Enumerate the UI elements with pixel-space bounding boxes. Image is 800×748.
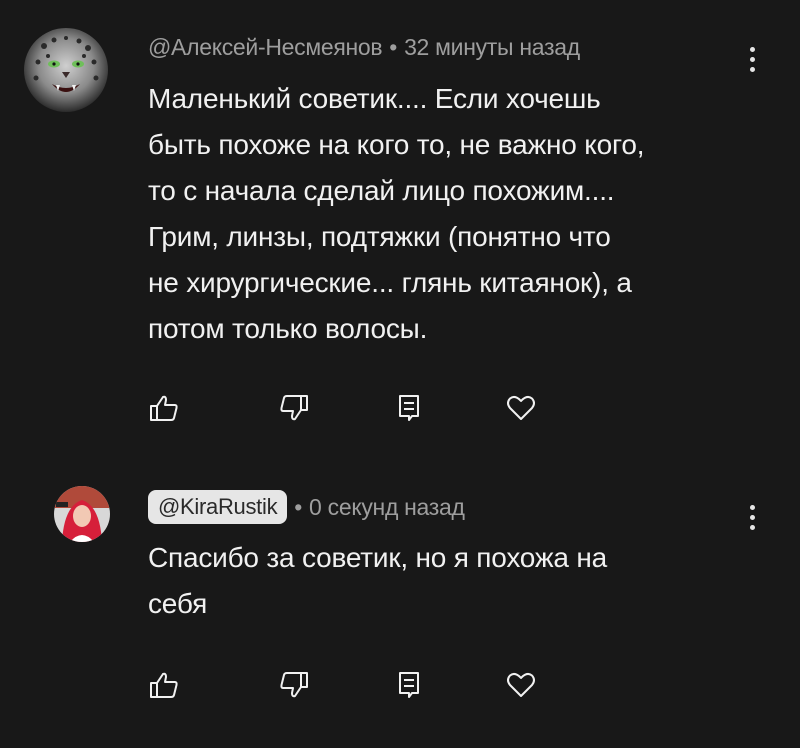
reply-icon	[399, 672, 419, 698]
reply-button[interactable]	[389, 665, 429, 705]
heart-button[interactable]	[501, 665, 541, 705]
more-options-button[interactable]	[740, 500, 764, 534]
separator-dot: •	[294, 493, 303, 520]
heart-icon	[507, 395, 535, 420]
reply-icon	[399, 395, 419, 421]
like-button[interactable]	[144, 665, 184, 705]
reply-button[interactable]	[389, 388, 429, 428]
comments-page: @Алексей-Несмеянов • 32 минуты назад Мал…	[0, 0, 800, 748]
comment: @KiraRustik • 0 секунд назад Спасибо за …	[0, 440, 800, 748]
more-dot	[749, 46, 755, 52]
like-button[interactable]	[144, 388, 184, 428]
snow-leopard-avatar-icon	[24, 28, 108, 112]
comment-actions	[144, 665, 564, 705]
more-options-button[interactable]	[740, 42, 764, 76]
dislike-icon	[280, 395, 308, 421]
avatar[interactable]	[54, 486, 110, 542]
comment-actions	[144, 388, 564, 428]
timestamp: 32 минуты назад	[404, 34, 580, 60]
more-dot	[749, 504, 755, 510]
more-dot	[749, 524, 755, 530]
timestamp: 0 секунд назад	[309, 493, 465, 520]
heart-button[interactable]	[501, 388, 541, 428]
author-name[interactable]: @Алексей-Несмеянов	[148, 34, 383, 61]
dislike-icon	[280, 672, 308, 698]
dislike-button[interactable]	[274, 665, 314, 705]
more-dot	[749, 56, 755, 62]
comment-meta: @Алексей-Несмеянов • 32 минуты назад	[148, 34, 580, 61]
comment-text: Маленький советик.... Если хочешь быть п…	[148, 83, 645, 344]
more-dot	[749, 66, 755, 72]
heart-icon	[507, 672, 535, 697]
comment-meta: @KiraRustik • 0 секунд назад	[148, 490, 465, 524]
avatar[interactable]	[24, 28, 108, 112]
separator-dot: •	[389, 34, 398, 60]
like-icon	[150, 395, 178, 421]
author-name[interactable]: @KiraRustik	[148, 490, 288, 524]
more-dot	[749, 514, 755, 520]
comment-text: Спасибо за советик, но я похожа на себя	[148, 542, 607, 619]
comment: @Алексей-Несмеянов • 32 минуты назад Мал…	[0, 0, 800, 440]
dislike-button[interactable]	[274, 388, 314, 428]
red-hair-avatar-icon	[54, 486, 110, 542]
like-icon	[150, 672, 178, 698]
